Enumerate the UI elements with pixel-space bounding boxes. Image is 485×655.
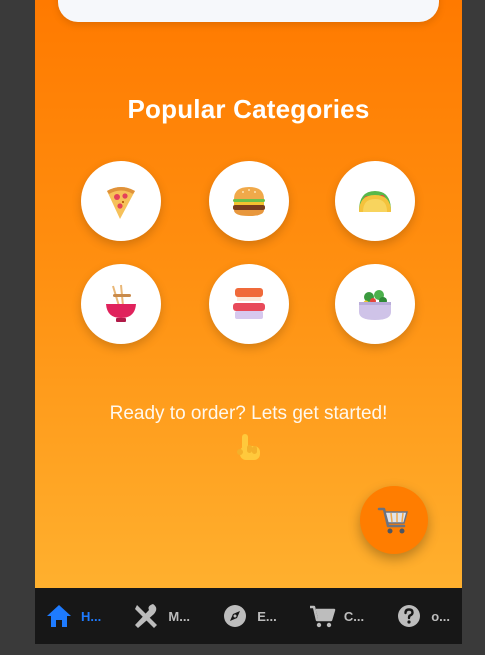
noodles-icon — [106, 284, 136, 322]
utensils-icon — [135, 604, 158, 628]
nav-label-help: o... — [431, 608, 450, 624]
category-taco[interactable] — [335, 161, 415, 241]
home-icon — [47, 605, 71, 627]
cta-text: Ready to order? Lets get started! — [109, 403, 388, 424]
search-card[interactable] — [58, 0, 439, 22]
nav-item-cart[interactable]: C... — [308, 602, 364, 630]
nav-label-home: H... — [81, 608, 102, 624]
sushi-icon — [233, 288, 265, 319]
salad-icon — [359, 290, 391, 320]
category-sushi[interactable] — [209, 264, 289, 344]
nav-item-home[interactable]: H... — [45, 602, 101, 630]
nav-label-menu: M... — [168, 608, 191, 624]
cart-fab-button[interactable] — [360, 486, 428, 554]
app-screen: Popular Categories Ready to order? Lets … — [35, 0, 462, 588]
category-noodles[interactable] — [81, 264, 161, 344]
compass-icon — [224, 605, 247, 627]
cart-icon — [309, 605, 336, 628]
category-salad[interactable] — [335, 264, 415, 344]
category-burger[interactable] — [209, 161, 289, 241]
nav-item-explore[interactable]: E... — [221, 602, 277, 630]
nav-label-cart: C... — [343, 608, 365, 624]
pointing-hand-icon — [237, 434, 260, 460]
nav-label-explore: E... — [257, 608, 277, 624]
nav-item-menu[interactable]: M... — [132, 602, 190, 630]
nav-item-help[interactable]: o... — [395, 602, 450, 630]
pizza-icon — [107, 187, 135, 219]
bottom-nav: H... M... E... C... o... — [35, 588, 462, 644]
taco-icon — [359, 191, 391, 212]
section-title: Popular Categories — [127, 94, 370, 124]
help-icon — [398, 605, 421, 627]
burger-icon — [233, 187, 265, 216]
shopping-cart-icon — [377, 507, 408, 534]
category-pizza[interactable] — [81, 161, 161, 241]
